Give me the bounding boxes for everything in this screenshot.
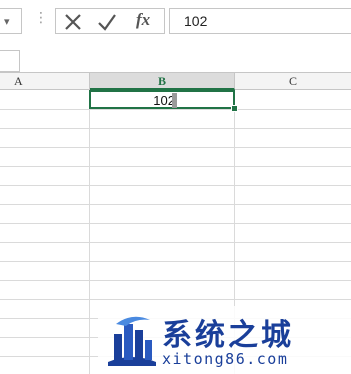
row-divider bbox=[0, 223, 351, 224]
insert-function-button[interactable]: fx bbox=[136, 10, 150, 30]
text-cursor bbox=[172, 93, 177, 108]
row-divider bbox=[0, 242, 351, 243]
close-icon bbox=[65, 14, 81, 30]
confirm-button[interactable] bbox=[96, 12, 118, 32]
city-logo-icon bbox=[108, 316, 156, 366]
row-divider bbox=[0, 299, 351, 300]
checkmark-icon bbox=[98, 14, 116, 31]
row-divider bbox=[0, 166, 351, 167]
cancel-button[interactable] bbox=[62, 12, 84, 32]
formula-buttons: fx bbox=[55, 8, 165, 34]
row-divider bbox=[0, 204, 351, 205]
row-divider bbox=[0, 185, 351, 186]
column-header-row: A B C bbox=[0, 72, 351, 90]
name-box-dropdown[interactable]: ▾ bbox=[0, 8, 22, 34]
sheet-strip bbox=[0, 44, 351, 72]
watermark-title: 系统之城 bbox=[162, 318, 294, 353]
row-divider bbox=[0, 147, 351, 148]
row-divider bbox=[0, 109, 351, 110]
column-header-c[interactable]: C bbox=[235, 73, 351, 90]
formula-bar: ▾ ⋮ fx 102 bbox=[0, 0, 351, 45]
select-all-corner[interactable] bbox=[0, 50, 20, 72]
fill-handle[interactable] bbox=[231, 105, 238, 112]
row-divider bbox=[0, 261, 351, 262]
column-divider bbox=[89, 90, 90, 374]
active-cell-b1[interactable]: 102 bbox=[89, 90, 235, 109]
column-header-b[interactable]: B bbox=[90, 73, 235, 90]
watermark-url: xitong86.com bbox=[162, 350, 289, 368]
row-divider bbox=[0, 128, 351, 129]
chevron-down-icon: ▾ bbox=[4, 16, 10, 28]
formula-input[interactable]: 102 bbox=[169, 8, 351, 34]
row-divider bbox=[0, 280, 351, 281]
watermark: 系统之城 xitong86.com bbox=[98, 306, 351, 374]
column-header-a[interactable]: A bbox=[0, 73, 90, 90]
vertical-dots-icon[interactable]: ⋮ bbox=[34, 10, 48, 24]
